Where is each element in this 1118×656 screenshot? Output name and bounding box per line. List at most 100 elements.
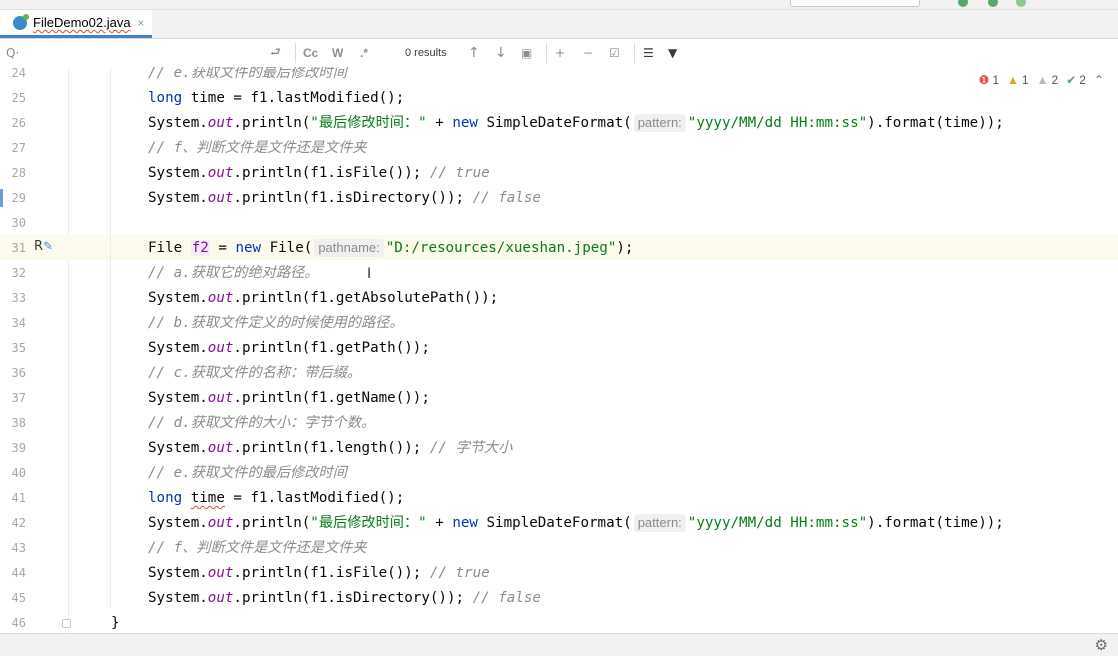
keyword-token: long: [148, 490, 183, 506]
code-text: System.out.println(f1.isFile()); // true: [148, 161, 490, 186]
code-line[interactable]: 33 System.out.println(f1.getAbsolutePath(…: [0, 286, 1118, 311]
keyword-token: new: [452, 515, 478, 531]
code-line[interactable]: 44 System.out.println(f1.isFile()); // tr…: [0, 561, 1118, 586]
code-line[interactable]: 25 long time = f1.lastModified();: [0, 86, 1118, 111]
filter-lines-icon[interactable]: ☰: [643, 39, 654, 67]
code-token: .println(f1.isDirectory());: [233, 190, 473, 206]
string-token: "yyyy/MM/dd HH:mm:ss": [687, 115, 868, 131]
code-editor[interactable]: 24 // e.获取文件的最后修改时间 25 long time = f1.lastM…: [0, 67, 1118, 633]
search-icon[interactable]: Q·: [6, 39, 19, 67]
new-line-icon[interactable]: ⮐: [270, 39, 281, 67]
line-number: 33: [11, 291, 26, 305]
toggle-occurrence-icon[interactable]: ☑: [609, 39, 620, 67]
keyword-token: new: [235, 240, 262, 256]
line-number: 32: [11, 266, 26, 280]
comment-token: // true: [429, 165, 490, 181]
typo-count[interactable]: ✔ 2: [1066, 73, 1086, 87]
coverage-icon[interactable]: [1016, 0, 1026, 7]
field-token: out: [207, 340, 234, 356]
code-line[interactable]: 34 // b.获取文件定义的时候使用的路径。: [0, 311, 1118, 336]
code-token: .println(f1.length());: [233, 440, 430, 456]
code-line[interactable]: 35 System.out.println(f1.getPath());: [0, 336, 1118, 361]
code-token: System.: [148, 515, 208, 531]
line-number: 31: [11, 241, 26, 255]
field-token: out: [207, 165, 234, 181]
editor-tab-filedemo02[interactable]: FileDemo02.java ×: [0, 10, 152, 38]
code-token: }: [111, 615, 120, 631]
code-line[interactable]: 46}: [0, 611, 1118, 633]
status-bar: ⚙: [0, 633, 1118, 656]
code-line[interactable]: 45 System.out.println(f1.isDirectory()); …: [0, 586, 1118, 611]
code-text: long time = f1.lastModified();: [148, 86, 404, 111]
code-line[interactable]: 41 long time = f1.lastModified();: [0, 486, 1118, 511]
line-number: 34: [11, 316, 26, 330]
code-text: long time = f1.lastModified();: [148, 486, 404, 511]
line-number: 36: [11, 366, 26, 380]
edit-marker-icon[interactable]: R✎: [34, 239, 53, 254]
code-token: .println(f1.isFile());: [233, 165, 430, 181]
code-line[interactable]: 42 System.out.println("最后修改时间：" + new Sim…: [0, 511, 1118, 536]
code-token: .println(f1.getAbsolutePath());: [233, 290, 499, 306]
code-text: System.out.println(f1.length()); // 字节大小: [148, 436, 512, 461]
code-text: System.out.println(f1.getName());: [148, 386, 430, 411]
select-all-occurrences-icon[interactable]: ▣: [521, 39, 532, 67]
code-line[interactable]: 29 System.out.println(f1.isDirectory()); …: [0, 186, 1118, 211]
code-line[interactable]: 40 // e.获取文件的最后修改时间: [0, 461, 1118, 486]
code-token: System.: [148, 115, 208, 131]
code-line[interactable]: 39 System.out.println(f1.length()); // 字节…: [0, 436, 1118, 461]
code-line[interactable]: 37 System.out.println(f1.getName());: [0, 386, 1118, 411]
run-icon[interactable]: [958, 0, 968, 7]
code-text: System.out.println("最后修改时间：" + new Simpl…: [148, 511, 1004, 536]
debug-icon[interactable]: [988, 0, 998, 7]
arrow-up-icon[interactable]: ↑: [468, 39, 480, 67]
remove-occurrence-icon[interactable]: −: [583, 39, 593, 67]
close-icon[interactable]: ×: [138, 16, 145, 30]
code-text: System.out.println(f1.getAbsolutePath())…: [148, 286, 498, 311]
filter-icon[interactable]: ▼: [668, 39, 677, 67]
weak-warning-count[interactable]: ▲ 2: [1037, 73, 1059, 87]
code-line[interactable]: 27 // f、判断文件是文件还是文件夹: [0, 136, 1118, 161]
code-text: // a.获取它的绝对路径。: [148, 261, 318, 286]
typo-count-label: 2: [1079, 73, 1086, 87]
whole-words-toggle[interactable]: W: [332, 39, 343, 67]
code-token: .println(f1.isDirectory());: [233, 590, 473, 606]
comment-token: // a.获取它的绝对路径。: [148, 265, 319, 281]
separator: [634, 43, 635, 63]
code-line[interactable]: 38 // d.获取文件的大小：字节个数。: [0, 411, 1118, 436]
comment-token: // e.获取文件的最后修改时间: [148, 67, 347, 81]
code-token: ).format(time));: [867, 515, 1004, 531]
unused-variable-token: f2: [190, 240, 210, 256]
code-line[interactable]: 36 // c.获取文件的名称：带后缀。: [0, 361, 1118, 386]
error-highlight-token: time: [190, 490, 225, 506]
comment-token: // d.获取文件的大小：字节个数。: [148, 415, 376, 431]
code-line[interactable]: 31 R✎ File f2 = new File(pathname: "D:/reso…: [0, 236, 1118, 261]
warning-count[interactable]: ▲ 1: [1007, 73, 1029, 87]
line-number: 41: [11, 491, 26, 505]
text-cursor-icon: I: [367, 266, 372, 282]
error-count[interactable]: ❶1: [979, 73, 999, 87]
gear-icon[interactable]: ⚙: [1095, 636, 1108, 654]
chevron-up-icon[interactable]: ⌃: [1094, 73, 1104, 87]
run-configuration-selector[interactable]: [790, 0, 920, 7]
comment-token: // 字节大小: [429, 440, 513, 456]
code-line[interactable]: 26 System.out.println("最后修改时间：" + new Sim…: [0, 111, 1118, 136]
code-line[interactable]: 30: [0, 211, 1118, 236]
code-line[interactable]: 24 // e.获取文件的最后修改时间: [0, 67, 1118, 86]
code-line[interactable]: 32 // a.获取它的绝对路径。: [0, 261, 1118, 286]
inspection-widget[interactable]: ❶1 ▲ 1 ▲ 2 ✔ 2 ⌃: [979, 71, 1110, 89]
add-occurrence-icon[interactable]: +: [555, 39, 565, 67]
error-icon: ❶: [978, 73, 990, 87]
code-token: System.: [148, 565, 208, 581]
arrow-down-icon[interactable]: ↓: [495, 39, 507, 67]
code-line[interactable]: 43 // f、判断文件是文件还是文件夹: [0, 536, 1118, 561]
match-case-toggle[interactable]: Cc: [303, 39, 318, 67]
code-text: // e.获取文件的最后修改时间: [148, 461, 347, 486]
code-token: System.: [148, 190, 208, 206]
fold-marker-icon[interactable]: [62, 619, 71, 628]
code-line[interactable]: 28 System.out.println(f1.isFile()); // tr…: [0, 161, 1118, 186]
line-number: 25: [11, 91, 26, 105]
regex-toggle[interactable]: .*: [360, 39, 368, 67]
code-token: File: [148, 240, 191, 256]
code-token: =: [209, 240, 236, 256]
line-number: 44: [11, 566, 26, 580]
